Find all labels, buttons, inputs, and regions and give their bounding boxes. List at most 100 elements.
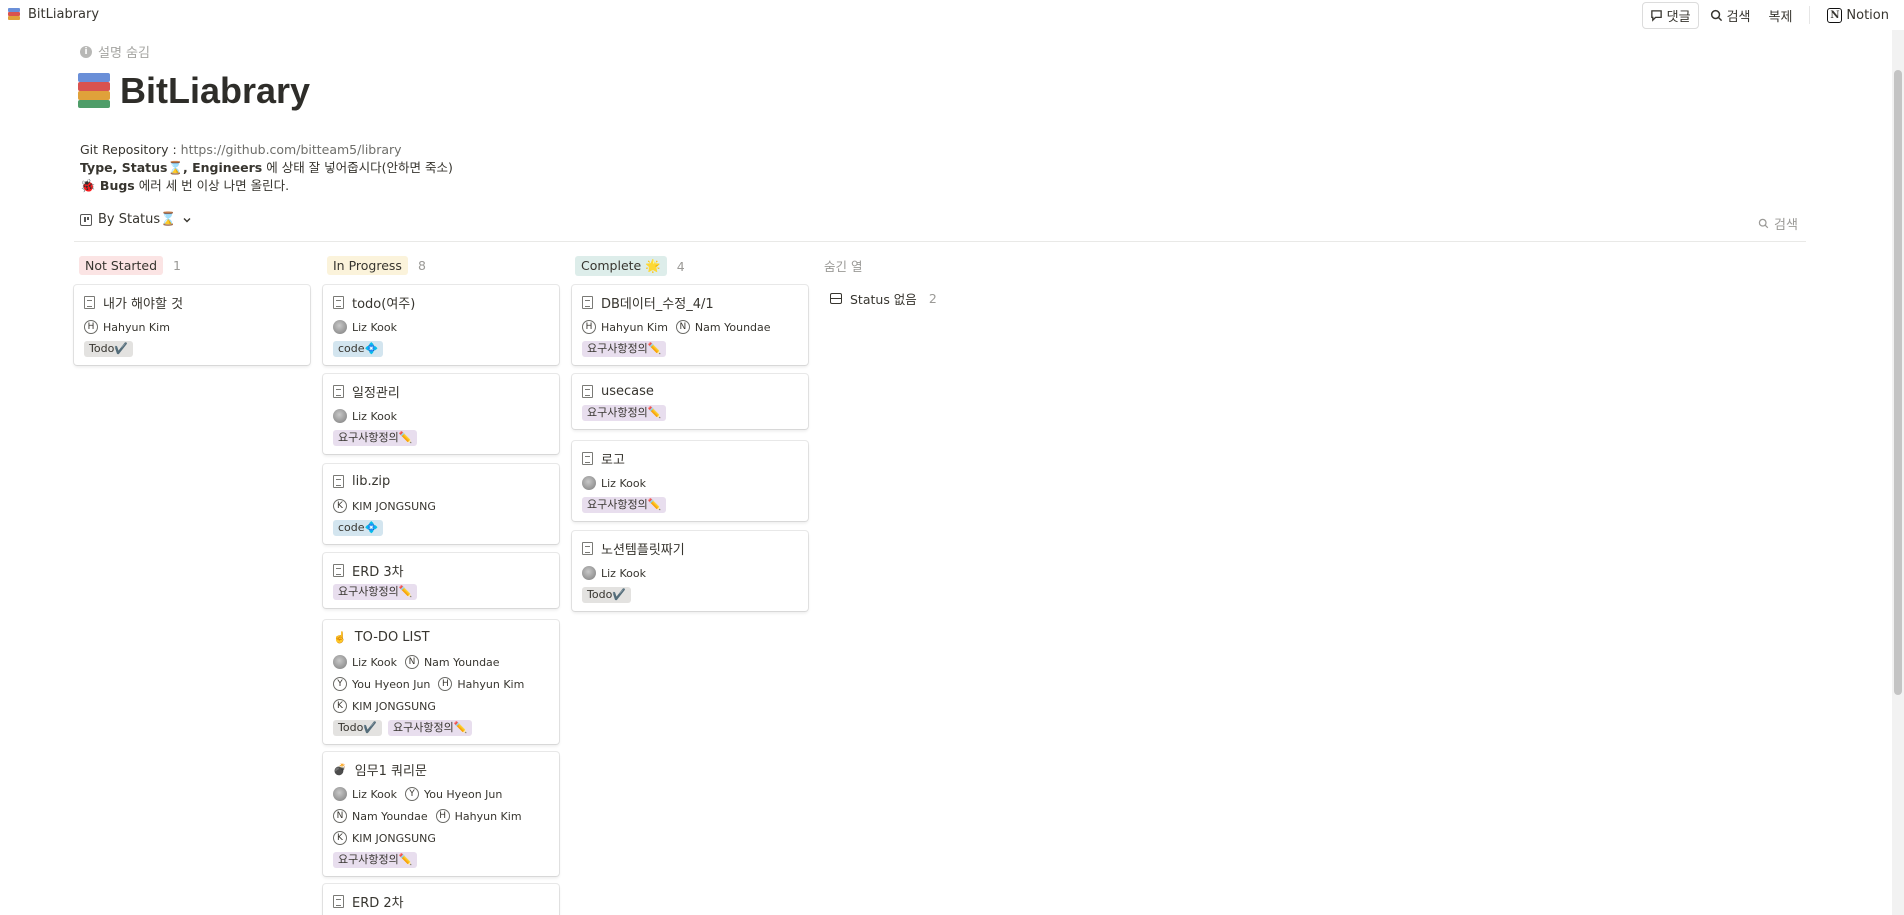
top-bar: BitLiabrary 댓글 검색 복제 N Notion [0, 0, 1904, 30]
board-view-icon [80, 213, 92, 226]
person-chip: K KIM JONGSUNG [333, 697, 436, 715]
avatar: K [333, 699, 347, 713]
page-icon [333, 295, 344, 309]
board-card[interactable]: 💣 임무1 쿼리문 Liz Kook Y You Hyeon Jun N Nam Yound… [323, 752, 559, 876]
duplicate-button[interactable]: 복제 [1761, 3, 1799, 28]
desc-status-text: 에 상태 잘 넣어줍시다(안하면 죽소) [262, 160, 453, 175]
column-count: 1 [173, 258, 181, 273]
view-search-button[interactable]: 검색 [1758, 214, 1798, 233]
card-tags: 요구사항정의✏️ [333, 584, 549, 600]
board-card[interactable]: lib.zip K KIM JONGSUNG code💠 [323, 464, 559, 544]
avatar: K [333, 499, 347, 513]
type-tag: 요구사항정의✏️ [333, 584, 418, 600]
card-tags: code💠 [333, 520, 549, 536]
scrollbar-track[interactable] [1892, 30, 1904, 915]
scrollbar-thumb[interactable] [1894, 70, 1902, 695]
books-icon [8, 8, 20, 21]
person-chip: Liz Kook [333, 653, 397, 671]
page-title[interactable]: BitLiabrary [78, 70, 310, 112]
repo-prefix: Git Repository : [80, 142, 181, 157]
card-tags: Todo✔️ [582, 587, 798, 603]
board-card[interactable]: 일정관리 Liz Kook 요구사항정의✏️ [323, 374, 559, 454]
avatar: N [675, 320, 690, 334]
board-card[interactable]: ERD 2차 [323, 884, 559, 915]
type-tag: 요구사항정의✏️ [582, 497, 667, 513]
card-title: DB데이터_수정_4/1 [582, 293, 798, 312]
board-card[interactable]: 로고 Liz Kook 요구사항정의✏️ [572, 441, 808, 521]
card-title: 💣 임무1 쿼리문 [333, 760, 549, 779]
card-title-text: ERD 3차 [352, 564, 404, 580]
person-chip: N Nam Youndae [333, 807, 428, 825]
page-description: Git Repository : https://github.com/bitt… [80, 141, 453, 195]
board-card[interactable]: ☝️ TO-DO LIST Liz Kook N Nam Youndae Y You Hye… [323, 620, 559, 744]
hidden-column-no-status[interactable]: Status 없음 2 [830, 289, 937, 308]
avatar: Y [333, 677, 347, 691]
card-title-text: TO-DO LIST [354, 629, 430, 645]
card-title: ☝️ TO-DO LIST [333, 628, 549, 646]
search-label: 검색 [1726, 9, 1751, 25]
breadcrumb-title: BitLiabrary [28, 7, 100, 22]
board-card[interactable]: ERD 3차요구사항정의✏️ [323, 553, 559, 608]
card-title: 노션템플릿짜기 [582, 539, 798, 558]
person-chip: Liz Kook [582, 564, 646, 582]
card-title-text: DB데이터_수정_4/1 [601, 296, 714, 312]
card-tags: code💠 [333, 341, 549, 357]
person-chip: K KIM JONGSUNG [333, 497, 436, 515]
avatar: H [84, 320, 98, 334]
board-card[interactable]: 노션템플릿짜기 Liz Kook Todo✔️ [572, 531, 808, 611]
card-people: Liz Kook N Nam Youndae Y You Hyeon Jun H Hahyu… [333, 653, 549, 715]
card-title-text: 일정관리 [352, 385, 400, 401]
column-header-complete[interactable]: Complete 🌟 4 [575, 256, 685, 276]
page-icon [582, 451, 593, 465]
info-icon: i [80, 45, 92, 58]
person-name: Liz Kook [352, 320, 397, 334]
comment-label: 댓글 [1666, 9, 1691, 25]
status-pill-complete: Complete 🌟 [575, 256, 667, 276]
board-card[interactable]: DB데이터_수정_4/1 H Hahyun Kim N Nam Youndae 요구사항정… [572, 285, 808, 365]
person-chip: Liz Kook [333, 785, 397, 803]
comment-button[interactable]: 댓글 [1641, 1, 1699, 29]
search-button[interactable]: 검색 [1703, 3, 1758, 28]
column-header-in-progress[interactable]: In Progress 8 [327, 256, 426, 275]
board-card[interactable]: usecase 요구사항정의✏️ [572, 374, 808, 429]
type-tag: 요구사항정의✏️ [333, 852, 418, 868]
board-card[interactable]: todo(여주) Liz Kook code💠 [323, 285, 559, 365]
avatar: N [404, 655, 419, 669]
view-selector[interactable]: By Status⌛ [80, 212, 192, 227]
board-card[interactable]: 내가 해야할 것 H Hahyun Kim Todo✔️ [74, 285, 310, 365]
search-icon [1758, 218, 1769, 229]
books-emoji-icon [78, 73, 110, 109]
avatar: N [333, 809, 347, 823]
person-name: KIM JONGSUNG [352, 831, 436, 845]
person-chip: H Hahyun Kim [435, 807, 522, 825]
card-tags: 요구사항정의✏️ [582, 497, 798, 513]
page-breadcrumb[interactable]: BitLiabrary [8, 7, 99, 22]
status-pill-in-progress: In Progress [327, 256, 408, 275]
view-name: By Status⌛ [98, 212, 177, 227]
repo-link[interactable]: https://github.com/bitteam5/library [181, 142, 402, 157]
card-people: H Hahyun Kim N Nam Youndae [582, 318, 798, 336]
person-chip: H Hahyun Kim [438, 675, 524, 693]
desc-line-repo: Git Repository : https://github.com/bitt… [80, 141, 453, 159]
page-icon [582, 384, 593, 398]
card-people: H Hahyun Kim [84, 318, 300, 336]
avatar: Y [404, 787, 419, 801]
pointing-finger-icon: ☝️ [333, 630, 347, 644]
person-chip: N Nam Youndae [404, 653, 500, 671]
page-title-text: BitLiabrary [120, 70, 311, 111]
card-title-text: todo(여주) [352, 296, 416, 312]
person-name: You Hyeon Jun [423, 787, 503, 801]
person-chip: K KIM JONGSUNG [333, 829, 436, 847]
notion-button[interactable]: N Notion [1820, 5, 1896, 26]
person-chip: N Nam Youndae [675, 318, 771, 336]
avatar: K [333, 831, 347, 845]
chevron-down-icon [183, 217, 191, 222]
avatar: H [438, 677, 453, 691]
avatar [333, 787, 347, 801]
type-tag: 요구사항정의✏️ [582, 341, 667, 357]
card-title: todo(여주) [333, 293, 549, 312]
page-icon [582, 541, 593, 555]
column-header-not-started[interactable]: Not Started 1 [79, 256, 181, 275]
type-tag: Todo✔️ [84, 341, 133, 357]
hide-description-toggle[interactable]: i 설명 숨김 [80, 42, 150, 61]
